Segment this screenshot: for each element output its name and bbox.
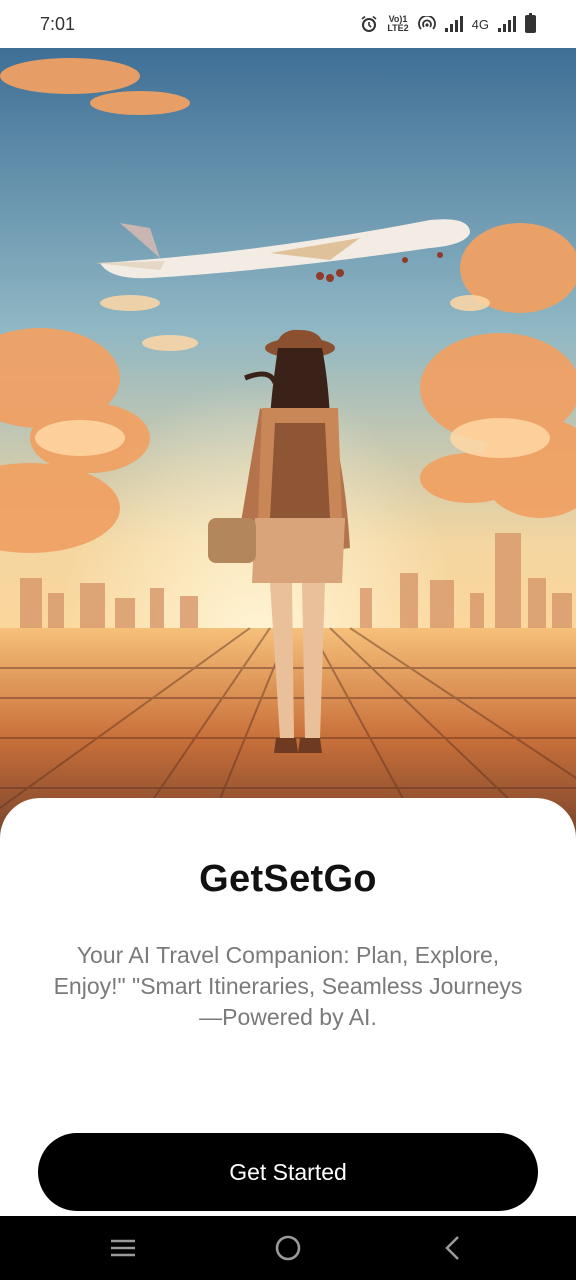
app-tagline: Your AI Travel Companion: Plan, Explore,… xyxy=(53,942,523,1030)
back-icon[interactable] xyxy=(438,1234,468,1262)
menu-icon[interactable] xyxy=(108,1234,138,1262)
get-started-button[interactable]: Get Started xyxy=(38,1133,538,1211)
navigation-bar xyxy=(0,1216,576,1280)
home-icon[interactable] xyxy=(273,1234,303,1262)
hotspot-icon xyxy=(417,16,436,30)
status-time: 7:01 xyxy=(40,13,76,34)
status-icons: Vo)1 LTE2 4G xyxy=(360,13,536,33)
signal-icon xyxy=(444,16,463,32)
signal-icon xyxy=(498,16,516,32)
alarm-icon xyxy=(361,15,377,32)
hero-illustration xyxy=(0,48,576,848)
volte-icon: Vo)1 LTE2 xyxy=(387,14,409,33)
battery-icon xyxy=(525,13,536,33)
network-type-label: 4G xyxy=(471,16,489,32)
app-title: GetSetGo xyxy=(199,858,377,900)
hero-image xyxy=(0,48,576,848)
status-bar: 7:01 Vo)1 LTE2 4G xyxy=(0,0,576,48)
